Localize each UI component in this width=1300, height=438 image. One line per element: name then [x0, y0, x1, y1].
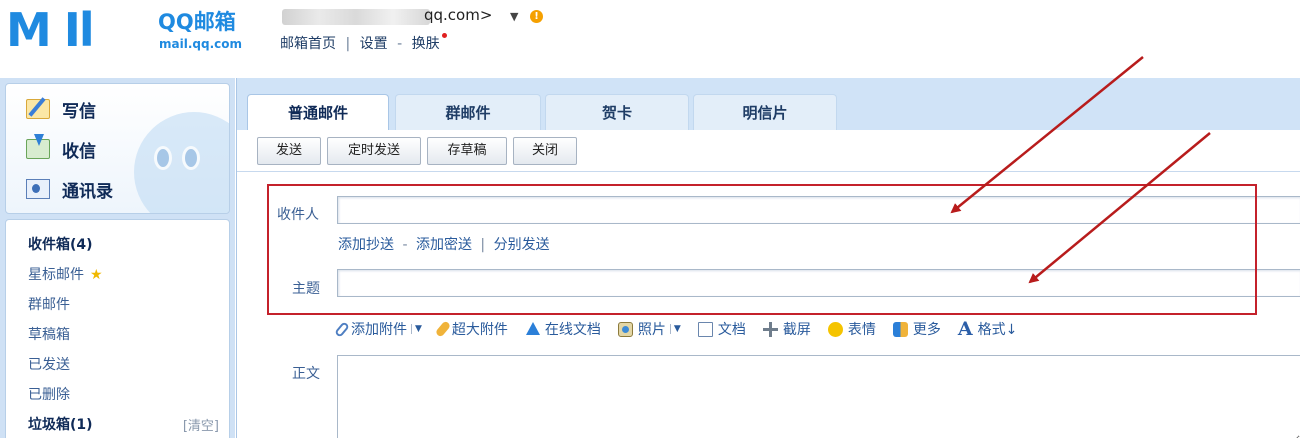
inbox-icon: [26, 134, 50, 159]
logo-wordmark: M Il: [6, 3, 95, 57]
receive-mail-label: 收信: [62, 141, 96, 162]
online-doc-label: 在线文档: [544, 322, 601, 338]
photo-icon: [617, 321, 633, 337]
highlight-annotation-box: [267, 184, 1257, 315]
screenshot-label: 截屏: [782, 322, 811, 338]
doc-label: 文档: [717, 322, 746, 338]
folder-list: 收件箱(4) 星标邮件 ★ 群邮件 草稿箱 已发送 已删除 垃圾箱(1) [清空]: [5, 219, 230, 438]
close-button[interactable]: 关闭: [513, 137, 577, 165]
folder-sent[interactable]: 已发送: [28, 354, 70, 374]
compose-tabs: 普通邮件 群邮件 贺卡 明信片: [237, 78, 1300, 130]
attachment-format-bar: 添加附件 ▼ 超大附件 在线文档 照片 ▼ 文档 截屏 表情 更多 A 格式↓: [334, 317, 1034, 341]
link-settings[interactable]: 设置: [360, 36, 388, 52]
account-warning-icon[interactable]: !: [530, 10, 543, 23]
folder-drafts[interactable]: 草稿箱: [28, 324, 70, 344]
format-label: 格式↓: [977, 322, 1018, 338]
top-links: 邮箱首页 | 设置 - 换肤: [280, 33, 447, 53]
chevron-down-icon[interactable]: ▼: [669, 324, 681, 334]
folder-starred-label: 星标邮件: [28, 267, 84, 283]
large-paperclip-icon: [434, 320, 452, 338]
write-mail-button[interactable]: 写信: [26, 96, 96, 122]
link-mail-home[interactable]: 邮箱首页: [280, 36, 336, 52]
emoji-button[interactable]: 表情: [827, 319, 876, 339]
tab-greeting-card[interactable]: 贺卡: [545, 94, 689, 130]
tab-group-mail[interactable]: 群邮件: [395, 94, 541, 130]
send-button[interactable]: 发送: [257, 137, 321, 165]
qq-mail-logo[interactable]: M Il QQ邮箱 mail.qq.com: [6, 4, 256, 56]
online-doc-button[interactable]: 在线文档: [525, 319, 601, 339]
receive-mail-button[interactable]: 收信: [26, 134, 96, 162]
more-icon: [892, 321, 908, 337]
add-attachment-button[interactable]: 添加附件 ▼: [334, 319, 422, 339]
penguin-eye: [182, 146, 200, 170]
write-icon: [26, 99, 50, 119]
compose-toolbar: 发送 定时发送 存草稿 关闭: [237, 130, 1300, 172]
write-mail-label: 写信: [62, 101, 96, 122]
contacts-button[interactable]: 通讯录: [26, 176, 113, 202]
account-caret-icon[interactable]: ▼: [510, 6, 518, 28]
photo-label: 照片: [637, 322, 666, 338]
logo-chinese-name: QQ邮箱: [158, 10, 236, 34]
contacts-label: 通讯录: [62, 181, 113, 202]
folder-starred[interactable]: 星标邮件 ★: [28, 264, 103, 284]
quick-actions: 写信 收信 通讯录: [5, 83, 230, 214]
emoji-label: 表情: [847, 322, 876, 338]
online-doc-icon: [525, 321, 540, 337]
sidebar: 写信 收信 通讯录 收件箱(4) 星标邮件 ★ 群邮件 草稿箱 已发送 已删除 垃…: [0, 78, 235, 438]
screenshot-button[interactable]: 截屏: [762, 319, 811, 339]
paperclip-icon: [334, 320, 350, 338]
more-label: 更多: [912, 322, 941, 338]
body-textarea[interactable]: [337, 355, 1300, 438]
doc-button[interactable]: 文档: [697, 319, 746, 339]
link-separator: -: [397, 36, 403, 52]
link-change-skin[interactable]: 换肤: [412, 36, 440, 52]
new-dot-icon: [441, 33, 447, 38]
star-icon: ★: [90, 267, 103, 283]
account-email: qq.com>: [424, 6, 493, 24]
add-attachment-label: 添加附件: [351, 322, 407, 338]
format-button[interactable]: A 格式↓: [958, 318, 1017, 340]
folder-group-mail[interactable]: 群邮件: [28, 294, 70, 314]
body-label: 正文: [292, 366, 320, 382]
more-button[interactable]: 更多: [892, 319, 941, 339]
scheduled-send-button[interactable]: 定时发送: [327, 137, 421, 165]
header: M Il QQ邮箱 mail.qq.com qq.com> ▼ ! 邮箱首页 |…: [0, 0, 1300, 78]
save-draft-button[interactable]: 存草稿: [427, 137, 507, 165]
screenshot-icon: [762, 321, 778, 337]
tab-normal-mail[interactable]: 普通邮件: [247, 94, 389, 130]
large-attachment-label: 超大附件: [451, 322, 508, 338]
tab-postcard[interactable]: 明信片: [693, 94, 837, 130]
empty-spam-link[interactable]: [清空]: [183, 415, 219, 434]
format-icon: A: [957, 318, 973, 340]
compose-panel: 普通邮件 群邮件 贺卡 明信片 发送 定时发送 存草稿 关闭 收件人 添加抄送 …: [236, 78, 1300, 438]
photo-button[interactable]: 照片 ▼: [617, 319, 681, 339]
emoji-icon: [827, 321, 843, 337]
logo-domain: mail.qq.com: [159, 37, 242, 51]
chevron-down-icon[interactable]: ▼: [411, 324, 422, 334]
folder-spam[interactable]: 垃圾箱(1): [28, 414, 93, 434]
link-separator: |: [345, 36, 351, 52]
penguin-eye: [154, 146, 172, 170]
document-icon: [697, 321, 713, 337]
contacts-icon: [26, 179, 50, 199]
blurred-account-name: [282, 9, 430, 25]
folder-inbox[interactable]: 收件箱(4): [28, 234, 93, 254]
large-attachment-button[interactable]: 超大附件: [434, 319, 508, 339]
folder-deleted[interactable]: 已删除: [28, 384, 70, 404]
